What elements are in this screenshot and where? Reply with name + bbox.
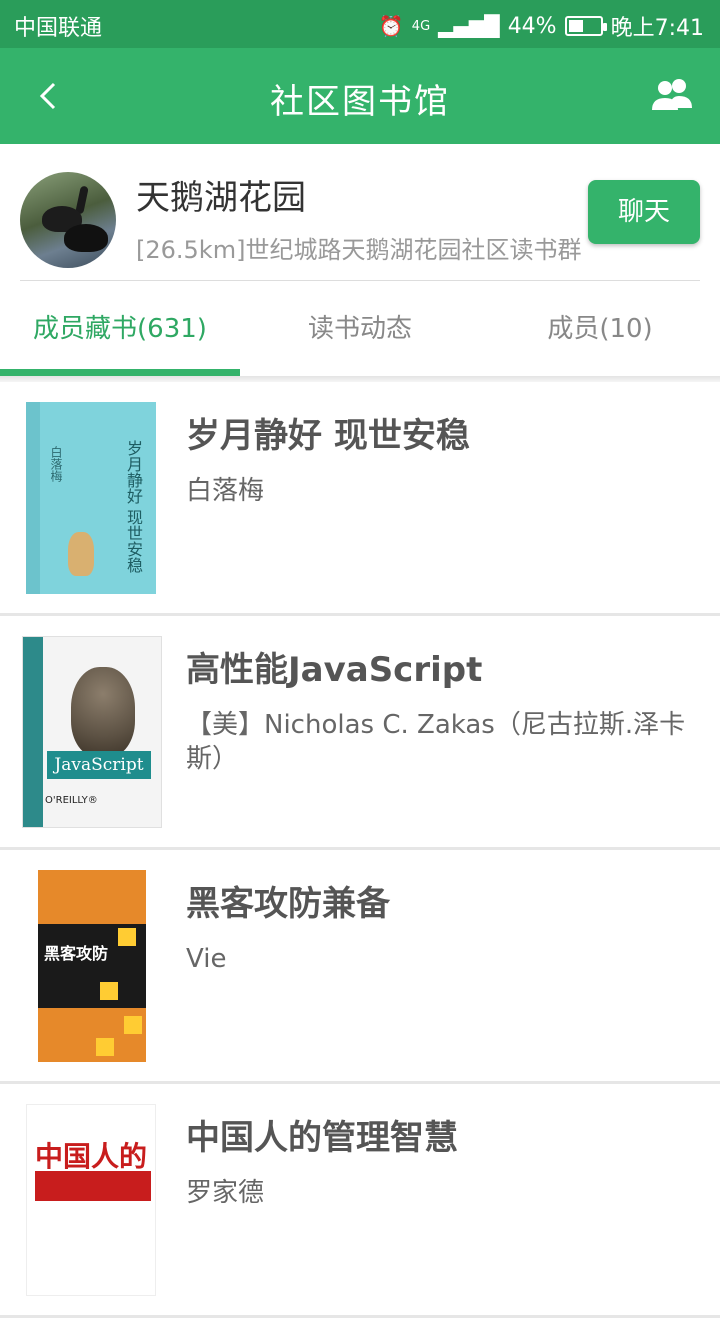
group-avatar[interactable] [20,172,116,268]
status-icons: ⏰ 4G ▂▄▆█ 44% 晚上7:41 [379,10,704,42]
book-item[interactable]: 岁月静好 现世安稳 白落梅 岁月静好 现世安稳 白落梅 [0,382,720,616]
cover-vase-image [68,532,94,576]
status-bar: 中国联通 ⏰ 4G ▂▄▆█ 44% 晚上7:41 [0,0,720,48]
group-description: [26.5km]世纪城路天鹅湖花园社区读书群 [136,236,582,264]
group-icon [652,79,692,110]
cover-decoration [124,1016,142,1034]
cover-title: 中国人的 [35,1140,148,1173]
book-author: 【美】Nicholas C. Zakas（尼古拉斯.泽卡斯） [186,710,686,774]
book-author: 白落梅 [186,476,265,506]
cover-spine [23,637,43,827]
battery-icon [564,16,607,36]
tab-members[interactable]: 成员(10) [480,281,720,377]
cover-author: 白落梅 [49,446,63,482]
cover-title: 黑客攻防 [44,944,109,963]
tab-bar: 成员藏书(631) 读书动态 成员(10) [0,281,720,377]
signal-icon: ▂▄▆█ [438,14,500,38]
book-author: Vie [186,944,227,974]
book-cover: 岁月静好 现世安稳 白落梅 [26,402,156,594]
alarm-icon: ⏰ [378,14,404,38]
cover-publisher-logo: O'REILLY® [45,795,98,806]
book-cover: 中国人的 [26,1104,156,1296]
book-title: 岁月静好 现世安稳 [186,416,470,456]
members-button[interactable] [650,74,694,118]
chat-button[interactable]: 聊天 [588,180,700,244]
cover-spine [26,402,40,594]
tab-indicator [0,369,240,376]
book-cover: JavaScript O'REILLY® [22,636,162,828]
group-header: 天鹅湖花园 [26.5km]世纪城路天鹅湖花园社区读书群 聊天 [0,144,720,280]
page-title: 社区图书馆 [270,82,450,122]
title-bar: 社区图书馆 [0,48,720,144]
cover-owl-image [71,667,135,757]
book-item[interactable]: 黑客攻防 黑客攻防兼备 Vie [0,850,720,1084]
cover-title: JavaScript [47,751,151,779]
book-item[interactable]: 中国人的 中国人的管理智慧 罗家德 [0,1084,720,1318]
tab-member-books[interactable]: 成员藏书(631) [0,281,240,377]
cover-decoration [96,1038,114,1056]
battery-fill [568,20,583,32]
avatar-swan [64,224,108,252]
book-title: 黑客攻防兼备 [186,884,390,924]
book-item[interactable]: JavaScript O'REILLY® 高性能JavaScript 【美】Ni… [0,616,720,850]
cover-band [35,1171,151,1201]
cover-decoration [100,982,118,1000]
network-label: 4G [411,18,431,34]
cover-title: 岁月静好 现世安稳 [124,440,143,574]
carrier-label: 中国联通 [14,16,103,41]
book-title: 中国人的管理智慧 [186,1118,458,1158]
clock-label: 晚上7:41 [610,16,704,41]
book-title: 高性能JavaScript [186,650,483,690]
tab-reading-activity[interactable]: 读书动态 [240,281,480,377]
book-cover: 黑客攻防 [38,870,146,1062]
group-name: 天鹅湖花园 [136,178,306,218]
book-author: 罗家德 [186,1178,265,1208]
cover-decoration [118,928,136,946]
battery-percent: 44% [507,13,557,39]
